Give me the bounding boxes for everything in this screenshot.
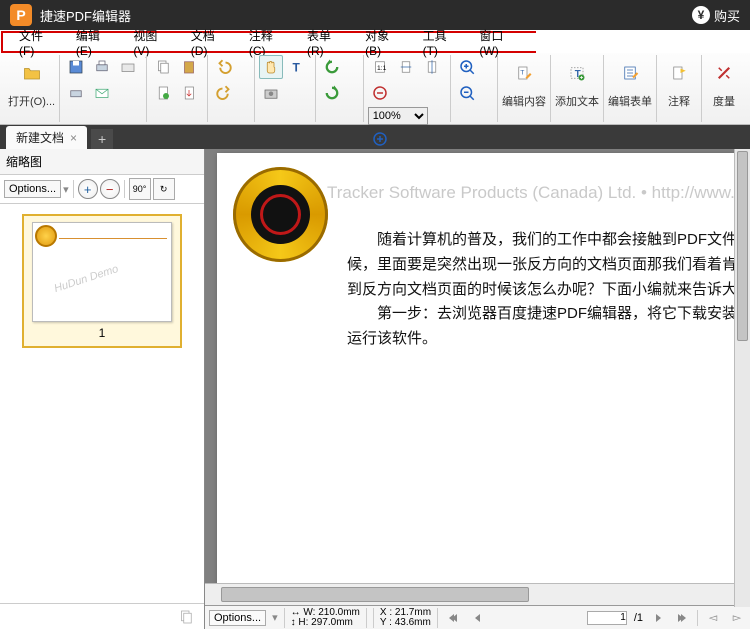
measure-button[interactable]: [706, 55, 742, 91]
paste-button[interactable]: [177, 55, 201, 79]
save-button[interactable]: [64, 55, 88, 79]
nav-last-button[interactable]: [673, 609, 691, 627]
document-body: 随着计算机的普及，我们的工作中都会接触到PDF文件，那 候，里面要是突然出现一张…: [347, 228, 750, 352]
seal-badge-icon: [233, 167, 328, 262]
export-button[interactable]: [177, 81, 201, 105]
thumb-zoom-out-button[interactable]: −: [100, 179, 120, 199]
copy-button[interactable]: [151, 55, 175, 79]
thumbnails-title: 缩略图: [0, 149, 204, 175]
sidebar-footer: [0, 603, 204, 629]
fit-page-button[interactable]: 1:1: [368, 55, 392, 79]
menu-annot[interactable]: 注释(C): [239, 27, 297, 58]
edit-form-button[interactable]: [612, 55, 648, 91]
title-bar: P 捷速PDF编辑器 ¥ 购买: [0, 0, 750, 30]
tab-add-button[interactable]: +: [91, 129, 113, 149]
add-text-button[interactable]: T: [559, 55, 595, 91]
nav-fwd-button[interactable]: ▻: [728, 609, 746, 627]
page-dimensions: ↔ W: 210.0mm ↕ H: 297.0mm: [284, 608, 367, 628]
page-input[interactable]: [587, 611, 627, 625]
menu-file[interactable]: 文件(F): [9, 27, 66, 58]
new-doc-button[interactable]: [151, 81, 175, 105]
sidebar-pages-icon[interactable]: [174, 605, 198, 629]
redo-button[interactable]: [212, 81, 236, 105]
menu-window[interactable]: 窗口(W): [469, 27, 530, 58]
svg-text:T: T: [520, 70, 524, 77]
thumbnails-panel: 缩略图 Options... ▾ + − 90° ↻ HuDun Demo 1: [0, 149, 205, 629]
menu-form[interactable]: 表单(R): [297, 27, 355, 58]
thumb-zoom-in-button[interactable]: +: [78, 179, 98, 199]
thumbnail-item[interactable]: HuDun Demo 1: [22, 214, 182, 348]
measure-label: 度量: [713, 93, 735, 109]
nav-next-button[interactable]: [649, 609, 667, 627]
tab-label: 新建文档: [16, 129, 64, 146]
zoom-out-large-button[interactable]: [455, 81, 479, 105]
print-button[interactable]: [90, 55, 114, 79]
open-button[interactable]: [14, 55, 50, 91]
annotate-button[interactable]: [661, 55, 697, 91]
cursor-position: X : 21.7mm Y : 43.6mm: [373, 608, 438, 628]
zoom-select[interactable]: 100%: [368, 107, 428, 125]
thumb-watermark: HuDun Demo: [53, 263, 120, 295]
svg-text:T: T: [293, 61, 301, 75]
status-bar: Options... ▾ ↔ W: 210.0mm ↕ H: 297.0mm X…: [205, 605, 750, 629]
edit-form-label: 编辑表单: [608, 93, 652, 109]
print2-button[interactable]: [64, 81, 88, 105]
nav-first-button[interactable]: [444, 609, 462, 627]
menu-bar: 文件(F) 编辑(E) 视图(V) 文档(D) 注释(C) 表单(R) 对象(B…: [1, 31, 536, 53]
thumb-options-button[interactable]: Options...: [4, 180, 61, 198]
fit-height-button[interactable]: [420, 55, 444, 79]
buy-button[interactable]: ¥ 购买: [692, 6, 740, 25]
thumb-rotate2-button[interactable]: ↻: [153, 178, 175, 200]
zoom-in-large-button[interactable]: [455, 55, 479, 79]
header-watermark: Tracker Software Products (Canada) Ltd. …: [327, 183, 735, 203]
document-area: Tracker Software Products (Canada) Ltd. …: [205, 149, 750, 629]
menu-doc[interactable]: 文档(D): [181, 27, 239, 58]
horizontal-scrollbar[interactable]: [205, 583, 750, 605]
nav-prev-button[interactable]: [468, 609, 486, 627]
yen-icon: ¥: [692, 6, 710, 24]
select-text-button[interactable]: T: [285, 55, 309, 79]
snapshot-button[interactable]: [259, 81, 283, 105]
open-label: 打开(O)...: [8, 93, 55, 109]
undo-button[interactable]: [212, 55, 236, 79]
edit-content-button[interactable]: T: [506, 55, 542, 91]
app-logo-icon: P: [10, 4, 32, 26]
rotate-ccw-button[interactable]: [320, 55, 344, 79]
page-view[interactable]: Tracker Software Products (Canada) Ltd. …: [217, 153, 750, 583]
zoom-in-button[interactable]: [368, 127, 392, 151]
tab-active[interactable]: 新建文档 ×: [6, 126, 87, 149]
menu-edit[interactable]: 编辑(E): [66, 27, 123, 58]
main-toolbar: 打开(O)... T: [0, 53, 750, 125]
thumb-page-number: 1: [30, 322, 174, 340]
add-text-label: 添加文本: [555, 93, 599, 109]
thumb-seal-icon: [35, 225, 57, 247]
fit-width-button[interactable]: [394, 55, 418, 79]
annotate-label: 注释: [668, 93, 690, 109]
tab-close-icon[interactable]: ×: [70, 131, 77, 145]
page-total: /1: [634, 612, 643, 624]
scan-button[interactable]: [116, 55, 140, 79]
thumbnails-toolbar: Options... ▾ + − 90° ↻: [0, 175, 204, 204]
menu-tools[interactable]: 工具(T): [413, 27, 470, 58]
edit-content-label: 编辑内容: [502, 93, 546, 109]
email-button[interactable]: [90, 81, 114, 105]
buy-label: 购买: [714, 6, 740, 25]
hand-tool-button[interactable]: [259, 55, 283, 79]
zoom-out-button[interactable]: [368, 81, 392, 105]
nav-back-button[interactable]: ◅: [704, 609, 722, 627]
svg-text:1:1: 1:1: [377, 65, 387, 72]
menu-object[interactable]: 对象(B): [355, 27, 412, 58]
thumb-rotate-button[interactable]: 90°: [129, 178, 151, 200]
menu-view[interactable]: 视图(V): [123, 27, 180, 58]
rotate-cw-button[interactable]: [320, 81, 344, 105]
vertical-scrollbar[interactable]: [734, 149, 750, 607]
status-options-button[interactable]: Options...: [209, 610, 266, 626]
app-title: 捷速PDF编辑器: [40, 6, 131, 25]
